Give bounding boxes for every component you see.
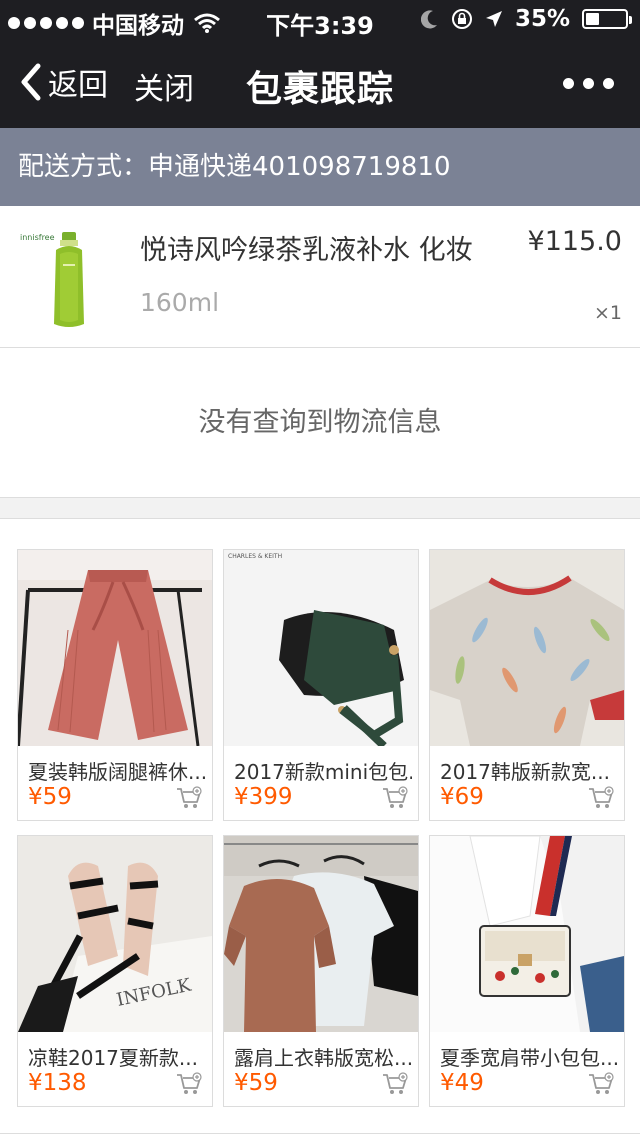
status-right: 35% — [420, 6, 632, 32]
navigation-bar: 返回 关闭 包裹跟踪 — [0, 40, 640, 128]
product-price: ¥59 — [28, 784, 72, 810]
product-card-shoulder-bag[interactable]: 夏季宽肩带小包包... ¥49 — [429, 835, 625, 1107]
status-bar: 中国移动 下午3:39 35% — [0, 0, 640, 40]
add-to-cart-icon[interactable] — [588, 1072, 614, 1096]
product-price: ¥69 — [440, 784, 484, 810]
delivery-method: 配送方式：申通快递401098719810 — [0, 128, 640, 206]
product-price: ¥59 — [234, 1070, 278, 1096]
page-title: 包裹跟踪 — [245, 69, 394, 110]
product-quantity: ×1 — [593, 302, 622, 324]
product-image — [430, 550, 624, 746]
product-title: 露肩上衣韩版宽松... — [234, 1046, 412, 1070]
product-price: ¥49 — [440, 1070, 484, 1096]
add-to-cart-icon[interactable] — [382, 786, 408, 810]
product-title: 夏装韩版阔腿裤休... — [28, 760, 206, 784]
battery-percent: 35% — [514, 6, 570, 32]
product-thumbnail: innisfree — [16, 224, 116, 332]
product-title: 2017新款mini包包... — [234, 760, 412, 784]
recommendation-grid: 夏装韩版阔腿裤休... ¥59 CHARLES & KEITH 2017新款mi… — [0, 518, 640, 1136]
location-arrow-icon — [485, 11, 502, 27]
bottom-divider — [0, 1133, 640, 1134]
svg-text:innisfree: innisfree — [20, 233, 55, 242]
add-to-cart-icon[interactable] — [176, 1072, 202, 1096]
product-price: ¥115.0 — [527, 226, 622, 257]
product-image — [430, 836, 624, 1032]
product-name: 悦诗风吟绿茶乳液补水 化妆 — [140, 235, 473, 266]
product-title: 凉鞋2017夏新款... — [28, 1046, 198, 1070]
product-row[interactable]: innisfree 悦诗风吟绿茶乳液补水 化妆 160ml ¥115.0 ×1 — [0, 206, 640, 348]
product-title: 2017韩版新款宽... — [440, 760, 610, 784]
product-card-bag[interactable]: CHARLES & KEITH 2017新款mini包包... ¥399 — [223, 549, 419, 821]
product-spec: 160ml — [140, 288, 220, 317]
more-dots-icon[interactable] — [563, 78, 614, 89]
product-price: ¥138 — [28, 1070, 87, 1096]
brand-label: CHARLES & KEITH — [228, 553, 282, 560]
product-image: INFOLK — [18, 836, 212, 1032]
product-title: 夏季宽肩带小包包... — [440, 1046, 618, 1070]
tracking-status-message: 没有查询到物流信息 — [0, 348, 640, 498]
battery-icon — [582, 9, 632, 29]
add-to-cart-icon[interactable] — [588, 786, 614, 810]
product-card-sandals[interactable]: INFOLK 凉鞋2017夏新款... ¥138 — [17, 835, 213, 1107]
product-card-knit-top[interactable]: 2017韩版新款宽... ¥69 — [429, 549, 625, 821]
battery-fill — [586, 13, 600, 25]
product-image — [224, 836, 418, 1032]
product-image: CHARLES & KEITH — [224, 550, 418, 746]
product-card-tops[interactable]: 露肩上衣韩版宽松... ¥59 — [223, 835, 419, 1107]
product-price: ¥399 — [234, 784, 293, 810]
add-to-cart-icon[interactable] — [176, 786, 202, 810]
product-image — [18, 550, 212, 746]
moon-icon — [420, 10, 437, 29]
product-card-pants[interactable]: 夏装韩版阔腿裤休... ¥59 — [17, 549, 213, 821]
rotation-lock-icon — [451, 9, 472, 29]
add-to-cart-icon[interactable] — [382, 1072, 408, 1096]
